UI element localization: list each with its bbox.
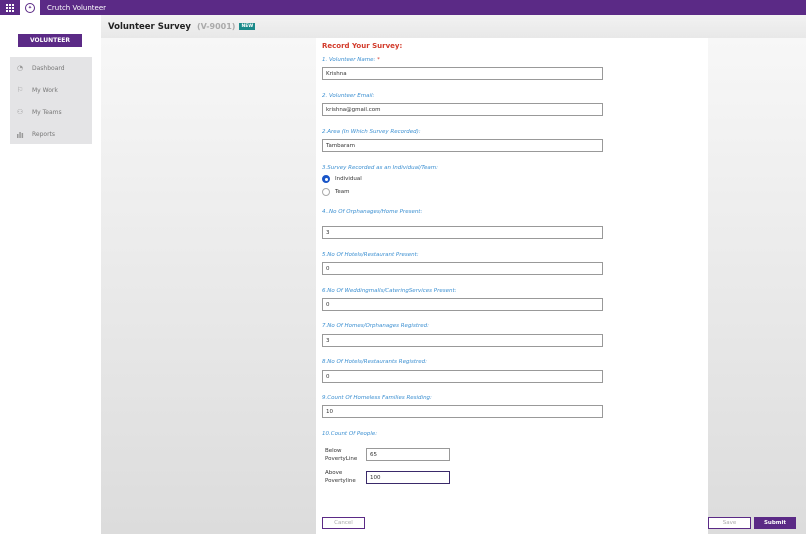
sidebar-item-dashboard[interactable]: ◔ Dashboard xyxy=(10,57,92,79)
sidebar-item-label: Reports xyxy=(32,130,56,138)
new-badge: NEW xyxy=(239,23,256,30)
page-code: (V-9001) xyxy=(196,22,236,31)
radio-unselected-icon xyxy=(322,188,330,196)
weddingmalls-present-input[interactable]: 0 xyxy=(322,298,603,311)
radio-individual[interactable]: Individual xyxy=(322,175,362,183)
app-grid-icon[interactable] xyxy=(0,0,20,15)
volunteer-role-button[interactable]: VOLUNTEER xyxy=(18,34,82,47)
form-heading: Record Your Survey: xyxy=(322,42,403,50)
logo-icon: ✦ xyxy=(25,2,35,13)
sidebar-item-label: My Teams xyxy=(32,108,62,116)
app-title: Crutch Volunteer xyxy=(47,3,107,12)
sidebar: VOLUNTEER ◔ Dashboard ⚐ My Work ⚇ My Tea… xyxy=(0,15,101,534)
flag-icon: ⚐ xyxy=(16,86,24,94)
above-povertyline-input[interactable]: 100 xyxy=(366,471,450,484)
question-label: 6.No Of Weddingmalls/CateringServices Pr… xyxy=(322,288,457,294)
page-title: Volunteer Survey xyxy=(108,21,191,32)
top-bar: ✦ Crutch Volunteer xyxy=(0,0,806,15)
question-label: 4..No Of Orphanages/Home Present: xyxy=(322,209,423,215)
logo: ✦ xyxy=(20,0,40,15)
required-marker: * xyxy=(377,57,380,63)
sidebar-nav: ◔ Dashboard ⚐ My Work ⚇ My Teams Reports xyxy=(10,57,92,144)
orphanages-present-input[interactable]: 3 xyxy=(322,226,603,239)
below-povertyline-label: Below PovertyLine xyxy=(325,448,358,462)
volunteer-email-input[interactable]: krishna@gmail.com xyxy=(322,103,603,116)
cancel-button[interactable]: Cancel xyxy=(322,517,365,529)
sidebar-item-label: Dashboard xyxy=(32,64,65,72)
sidebar-item-reports[interactable]: Reports xyxy=(10,123,92,145)
question-label: 8.No Of Hotels/Restaurants Registred: xyxy=(322,359,427,365)
sidebar-item-my-work[interactable]: ⚐ My Work xyxy=(10,79,92,101)
radio-selected-icon xyxy=(322,175,330,183)
below-povertyline-input[interactable]: 65 xyxy=(366,448,450,461)
homes-registered-input[interactable]: 3 xyxy=(322,334,603,347)
question-label: 5.No Of Hotels/Restaurant Present: xyxy=(322,252,419,258)
volunteer-name-input[interactable]: Krishna xyxy=(322,67,603,80)
page-header: Volunteer Survey (V-9001) NEW xyxy=(101,15,806,38)
question-label: 10.Count Of People: xyxy=(322,431,378,437)
sidebar-item-label: My Work xyxy=(32,86,58,94)
submit-button[interactable]: Submit xyxy=(754,517,796,529)
hotels-registered-input[interactable]: 0 xyxy=(322,370,603,383)
question-label: 1. Volunteer Name: * xyxy=(322,57,380,63)
hotels-present-input[interactable]: 0 xyxy=(322,262,603,275)
question-label: 7.No Of Homes/Orphanages Registred: xyxy=(322,323,429,329)
bar-chart-icon xyxy=(16,130,24,138)
homeless-families-input[interactable]: 10 xyxy=(322,405,603,418)
save-button[interactable]: Save xyxy=(708,517,751,529)
radio-team[interactable]: Team xyxy=(322,188,350,196)
sidebar-item-my-teams[interactable]: ⚇ My Teams xyxy=(10,101,92,123)
question-label: 9.Count Of Homeless Families Residing: xyxy=(322,395,432,401)
question-label: 2. Volunteer Email: xyxy=(322,93,375,99)
area-input[interactable]: Tambaram xyxy=(322,139,603,152)
team-icon: ⚇ xyxy=(16,108,24,116)
dashboard-icon: ◔ xyxy=(16,64,24,72)
question-label: 2.Area (In Which Survey Recorded): xyxy=(322,129,421,135)
question-label: 3.Survey Recorded as an Individual/Team: xyxy=(322,165,438,171)
above-povertyline-label: Above Povertyline xyxy=(325,470,356,484)
